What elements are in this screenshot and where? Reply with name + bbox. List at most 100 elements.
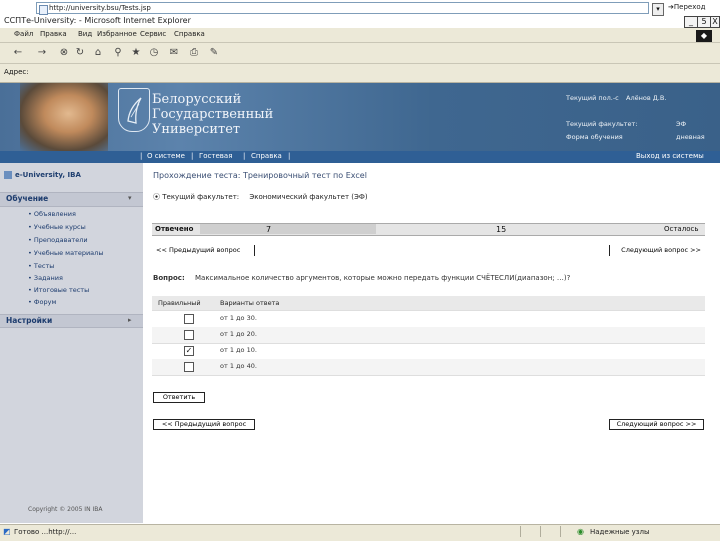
study-form-value: дневная	[676, 133, 705, 141]
sidebar-item-forum[interactable]: • Форум	[28, 298, 56, 306]
menu-file[interactable]: Файл	[14, 30, 33, 38]
nav-separator: |	[191, 152, 194, 160]
sidebar-item-tests[interactable]: • Тесты	[28, 262, 54, 270]
toolbar: ← → ⊗ ↻ ⌂ ⚲ ★ ◷ ✉ ⎙ ✎	[0, 43, 720, 64]
menu-tools[interactable]: Сервис	[140, 30, 166, 38]
chevron-right-icon[interactable]: ▸	[128, 316, 132, 324]
menu-bar: Файл Правка Вид Избранное Сервис Справка	[0, 28, 720, 43]
answer-text: от 1 до 40.	[220, 362, 257, 370]
page-status-icon: ◩	[3, 527, 11, 536]
sidebar-section-education-title[interactable]: Обучение	[6, 194, 48, 203]
menu-help[interactable]: Справка	[174, 30, 205, 38]
question-label: Вопрос:	[153, 274, 185, 282]
question: Вопрос: Максимальное количество аргумент…	[153, 274, 570, 282]
eu-logo-text: e-University, IBA	[15, 171, 81, 179]
university-name-line3: Университет	[152, 122, 241, 137]
address-label: Адрес:	[4, 68, 29, 76]
stop-icon[interactable]: ⊗	[58, 47, 70, 59]
study-form-label: Форма обучения	[566, 133, 623, 141]
logout-link[interactable]: Выход из системы	[636, 152, 704, 160]
mail-icon[interactable]: ✉	[168, 47, 180, 59]
sidebar-item-final-tests[interactable]: • Итоговые тесты	[28, 286, 89, 294]
refresh-icon[interactable]: ↻	[74, 47, 86, 59]
security-zone: Надежные узлы	[590, 528, 650, 536]
eu-logo: e-University, IBA	[4, 171, 81, 179]
go-button[interactable]: ➔Переход	[668, 3, 705, 11]
answer-checkbox-checked[interactable]: ✓	[184, 346, 194, 356]
close-button[interactable]: X	[710, 16, 720, 28]
next-question-button-bottom[interactable]: Следующий вопрос >>	[609, 419, 704, 430]
answer-row: ✓ от 1 до 10.	[152, 343, 705, 360]
sidebar-item-announcements[interactable]: • Объявления	[28, 210, 76, 218]
current-faculty-value: ЭФ	[676, 120, 687, 128]
menu-favorites[interactable]: Избранное	[97, 30, 137, 38]
answer-button[interactable]: Ответить	[153, 392, 205, 403]
edit-icon[interactable]: ✎	[208, 47, 220, 59]
university-name-line2: Государственный	[152, 107, 274, 122]
page-icon	[39, 5, 48, 15]
sidebar-item-teachers[interactable]: • Преподаватели	[28, 236, 88, 244]
nav-about-link[interactable]: О системе	[147, 152, 185, 160]
go-label: Переход	[673, 3, 706, 11]
prev-question-button-bottom[interactable]: << Предыдущий вопрос	[153, 419, 255, 430]
trusted-zone-icon: ◉	[577, 527, 584, 536]
page-title: Прохождение теста: Тренировочный тест по…	[153, 171, 367, 180]
chevron-down-icon[interactable]: ▾	[128, 194, 132, 202]
answer-text: от 1 до 20.	[220, 330, 257, 338]
answered-count: 7	[266, 225, 272, 234]
status-text: Готово ...http://...	[14, 528, 77, 536]
answer-text: от 1 до 10.	[220, 346, 257, 354]
prev-question-button[interactable]: << Предыдущий вопрос	[153, 245, 255, 256]
answer-checkbox[interactable]	[184, 330, 194, 340]
search-icon[interactable]: ⚲	[112, 47, 124, 59]
answered-label: Отвечено	[155, 225, 194, 233]
back-icon[interactable]: ←	[12, 47, 24, 59]
answer-row: от 1 до 40.	[152, 359, 705, 376]
minimize-button[interactable]: _	[684, 16, 698, 28]
answer-checkbox[interactable]	[184, 314, 194, 324]
status-segment	[540, 526, 551, 537]
faculty-line: ⦿ Текущий факультет: Экономический факул…	[153, 192, 368, 202]
sidebar-item-assignments[interactable]: • Задания	[28, 274, 63, 282]
answer-row: от 1 до 30.	[152, 311, 705, 328]
faculty-label: Текущий факультет:	[162, 193, 240, 201]
copyright: Copyright © 2005 IN IBA	[28, 506, 103, 513]
remaining-label: Осталось	[664, 225, 699, 233]
status-segment	[560, 526, 571, 537]
menu-edit[interactable]: Правка	[40, 30, 67, 38]
sidebar-item-courses[interactable]: • Учебные курсы	[28, 223, 86, 231]
remaining-count: 15	[496, 225, 507, 234]
forward-icon[interactable]: →	[36, 47, 48, 59]
menu-view[interactable]: Вид	[78, 30, 92, 38]
progress-answered-fill	[200, 224, 376, 234]
nav-separator: |	[288, 152, 291, 160]
answer-checkbox[interactable]	[184, 362, 194, 372]
faculty-value: Экономический факультет (ЭФ)	[249, 193, 368, 201]
current-user-value: Алёнов Д.В.	[626, 94, 667, 102]
next-question-button[interactable]: Следующий вопрос >>	[609, 245, 704, 256]
maximize-button[interactable]: 5	[697, 16, 711, 28]
nav-guestbook-link[interactable]: Гостевая	[199, 152, 232, 160]
print-icon[interactable]: ⎙	[188, 47, 200, 59]
address-input[interactable]	[36, 2, 649, 14]
university-name: Белорусский Государственный Университет	[152, 92, 273, 137]
sidebar-section-settings-title[interactable]: Настройки	[6, 316, 52, 325]
home-icon[interactable]: ⌂	[92, 47, 104, 59]
status-segment	[520, 526, 531, 537]
nav-separator: |	[243, 152, 246, 160]
sidebar-item-materials[interactable]: • Учебные материалы	[28, 249, 103, 257]
address-dropdown-icon[interactable]: ▾	[652, 3, 664, 16]
window-title: ССПТе-University: - Microsoft Internet E…	[4, 16, 191, 25]
current-faculty-label: Текущий факультет:	[566, 120, 638, 128]
info-icon: ⦿	[153, 193, 163, 201]
address-bar: Адрес:	[0, 64, 720, 83]
favorites-icon[interactable]: ★	[130, 47, 142, 59]
answer-text: от 1 до 30.	[220, 314, 257, 322]
answer-row: от 1 до 20.	[152, 327, 705, 344]
university-name-line1: Белорусский	[152, 92, 242, 107]
university-crest-icon	[118, 88, 150, 132]
eu-logo-icon	[4, 171, 12, 179]
student-photo	[20, 83, 108, 151]
history-icon[interactable]: ◷	[148, 47, 160, 59]
nav-help-link[interactable]: Справка	[251, 152, 282, 160]
